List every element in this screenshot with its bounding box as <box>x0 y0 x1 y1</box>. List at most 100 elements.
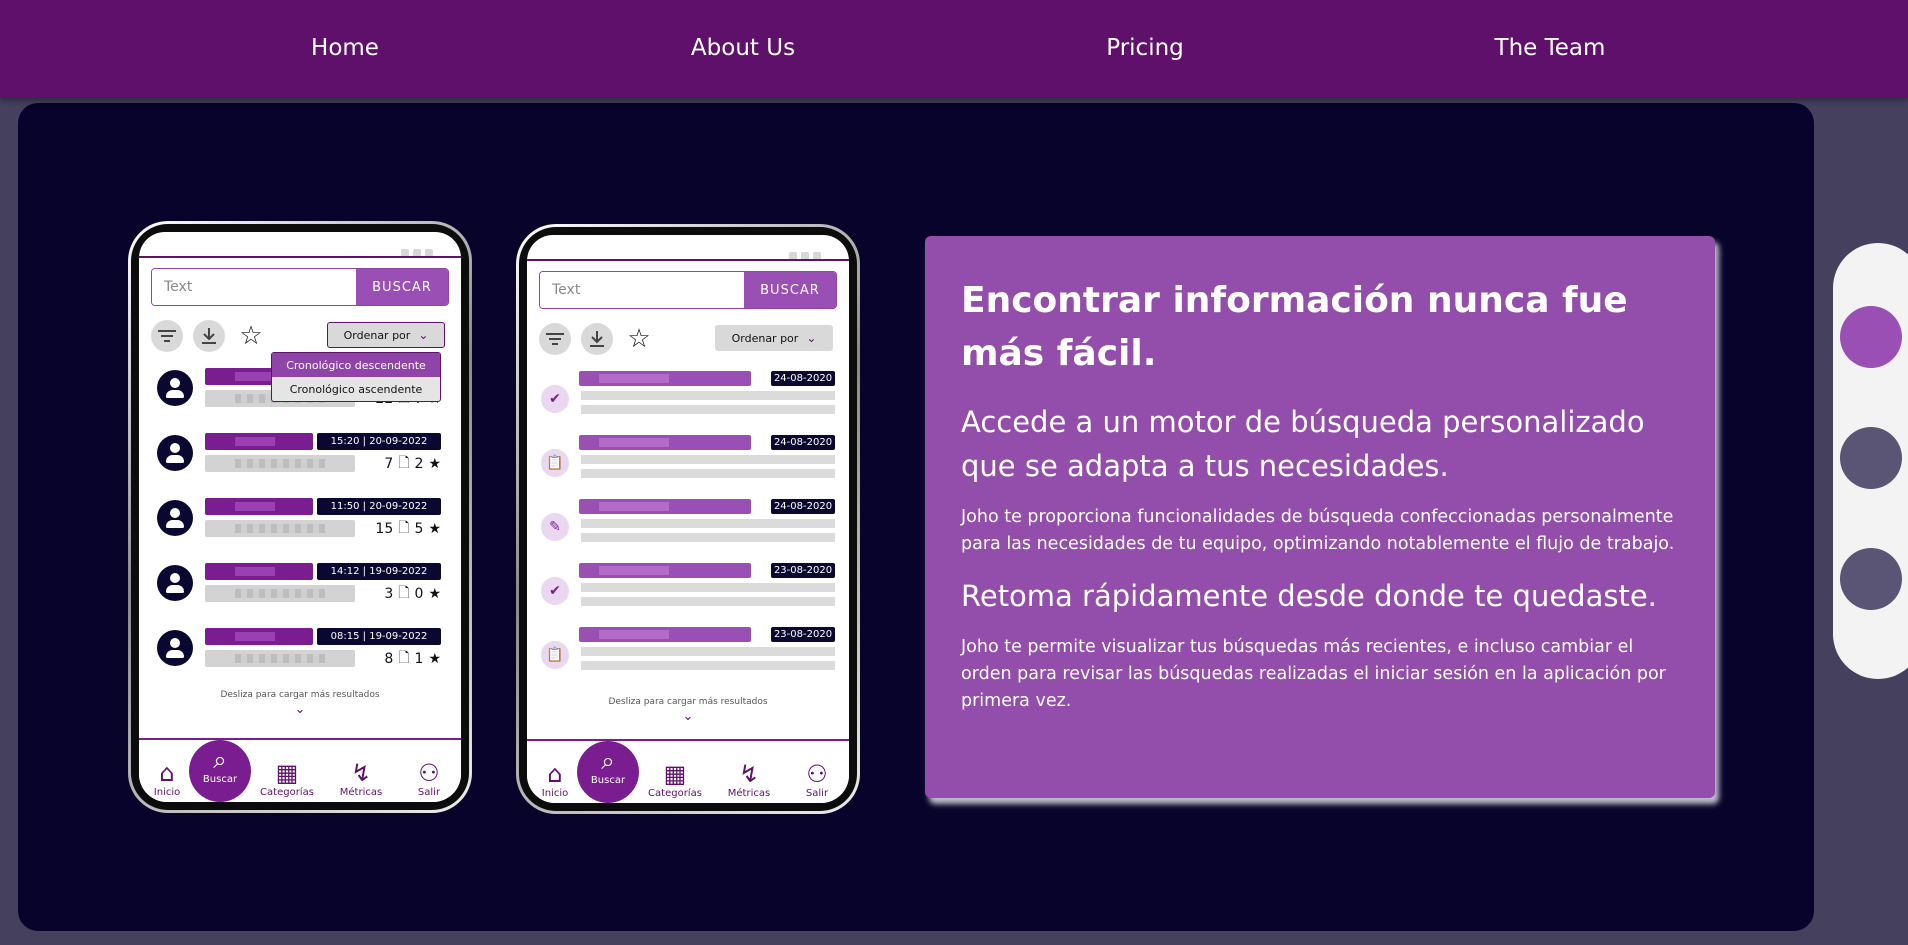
sort-option-descending[interactable]: Cronológico descendente <box>272 353 440 377</box>
star-icon: ★ <box>428 586 441 602</box>
user-remove-icon: ⚇ <box>806 760 828 788</box>
item-title-redacted <box>205 433 313 450</box>
search-button[interactable]: BUSCAR <box>356 269 448 305</box>
sort-label: Ordenar por <box>731 331 799 345</box>
app-bottom-nav: ⌂ Inicio ⌕ Buscar ▦ Categorías ↯ Métrica… <box>139 738 461 802</box>
item-title-redacted <box>579 371 751 386</box>
search-icon: ⌕ <box>601 747 615 775</box>
tab-label: Categorías <box>648 788 702 799</box>
tab-salir[interactable]: ⚇ Salir <box>789 760 845 799</box>
pager-dot-3[interactable] <box>1840 548 1902 610</box>
status-bar <box>785 245 829 260</box>
pager-dot-2[interactable] <box>1840 427 1902 489</box>
item-subtitle-redacted <box>205 520 355 537</box>
slide-pager <box>1833 243 1908 679</box>
home-icon: ⌂ <box>547 760 563 788</box>
download-icon[interactable] <box>193 320 225 352</box>
header-line <box>527 259 849 261</box>
list-item[interactable]: 15:20 | 20-09-2022 7 🗋 2 ★ <box>157 429 441 475</box>
doc-count: 8 <box>384 651 394 667</box>
tab-label: Buscar <box>590 775 626 786</box>
item-timestamp: 08:15 | 19-09-2022 <box>317 628 441 645</box>
filter-icon[interactable] <box>151 320 183 352</box>
chevron-down-icon[interactable]: ⌄ <box>139 702 461 717</box>
list-item[interactable]: 11:50 | 20-09-2022 15 🗋 5 ★ <box>157 494 441 540</box>
tab-metricas[interactable]: ↯ Métricas <box>721 760 777 799</box>
tag-check-icon: ✔ <box>541 577 569 605</box>
top-nav: Home About Us Pricing The Team <box>0 0 1908 98</box>
search-input[interactable] <box>152 269 356 305</box>
tab-categorias[interactable]: ▦ Categorías <box>647 760 703 799</box>
item-date: 24-08-2020 <box>771 371 835 386</box>
filter-icon[interactable] <box>539 323 571 355</box>
load-more-hint: Desliza para cargar más resultados <box>608 697 768 707</box>
item-title-redacted <box>579 563 751 578</box>
search-bar: BUSCAR <box>539 271 837 309</box>
tab-label: Métricas <box>339 787 383 798</box>
item-counts: 7 🗋 2 ★ <box>384 455 441 473</box>
tab-buscar[interactable]: ⌕ Buscar <box>189 740 251 802</box>
avatar <box>157 500 193 536</box>
clipboard-icon: 📋 <box>541 449 569 477</box>
feature-subtitle-search: Accede a un motor de búsqueda personaliz… <box>961 405 1645 483</box>
phone-mockup-categories: BUSCAR ☆ Ordenar por ⌄ ✔ 24-08-2020 <box>516 224 860 814</box>
search-button[interactable]: BUSCAR <box>744 272 836 308</box>
doc-count: 15 <box>375 521 394 537</box>
avatar <box>157 630 193 666</box>
item-timestamp: 15:20 | 20-09-2022 <box>317 433 441 450</box>
chevron-down-icon[interactable]: ⌄ <box>527 709 849 724</box>
star-count: 0 <box>414 586 424 602</box>
item-subtitle-redacted <box>205 455 355 472</box>
item-counts: 3 🗋 0 ★ <box>384 585 441 603</box>
tab-salir[interactable]: ⚇ Salir <box>401 759 457 798</box>
grid-icon: ▦ <box>275 759 299 787</box>
nav-about-us[interactable]: About Us <box>691 35 795 61</box>
list-item[interactable]: 📋 23-08-2020 <box>541 625 835 681</box>
sort-options-menu: Cronológico descendente Cronológico asce… <box>271 352 441 402</box>
tab-inicio[interactable]: ⌂ Inicio <box>139 759 195 798</box>
star-count: 1 <box>414 651 424 667</box>
avatar <box>157 565 193 601</box>
list-item[interactable]: 14:12 | 19-09-2022 3 🗋 0 ★ <box>157 559 441 605</box>
tab-label: Salir <box>417 787 441 798</box>
tab-buscar[interactable]: ⌕ Buscar <box>577 741 639 803</box>
list-item[interactable]: ✔ 24-08-2020 <box>541 369 835 425</box>
pager-dot-1[interactable] <box>1840 306 1902 368</box>
nav-pricing[interactable]: Pricing <box>1106 35 1184 61</box>
feature-subtitle-resume: Retoma rápidamente desde donde te quedas… <box>961 579 1657 613</box>
sort-dropdown[interactable]: Ordenar por ⌄ <box>715 325 833 351</box>
list-item[interactable]: 08:15 | 19-09-2022 8 🗋 1 ★ <box>157 624 441 670</box>
user-remove-icon: ⚇ <box>418 759 440 787</box>
tag-check-icon: ✔ <box>541 385 569 413</box>
tab-inicio[interactable]: ⌂ Inicio <box>527 760 583 799</box>
grid-icon: ▦ <box>663 760 687 788</box>
tab-label: Métricas <box>727 788 771 799</box>
favorite-star-icon[interactable]: ☆ <box>623 323 655 355</box>
download-icon[interactable] <box>581 323 613 355</box>
list-item[interactable]: ✎ 24-08-2020 <box>541 497 835 553</box>
tab-label: Buscar <box>202 774 238 785</box>
tab-categorias[interactable]: ▦ Categorías <box>259 759 315 798</box>
item-text-redacted <box>581 391 835 419</box>
header-line <box>139 256 461 258</box>
tab-label: Inicio <box>541 788 569 799</box>
toolbar: ☆ Ordenar por ⌄ <box>151 320 449 352</box>
list-item[interactable]: 📋 24-08-2020 <box>541 433 835 489</box>
item-subtitle-redacted <box>205 585 355 602</box>
item-title-redacted <box>579 627 751 642</box>
search-input[interactable] <box>540 272 744 308</box>
sort-option-ascending[interactable]: Cronológico ascendente <box>272 377 440 401</box>
item-timestamp: 11:50 | 20-09-2022 <box>317 498 441 515</box>
document-icon: 🗋 <box>398 650 410 666</box>
tab-label: Inicio <box>153 787 181 798</box>
favorite-star-icon[interactable]: ☆ <box>235 320 267 352</box>
avatar <box>157 435 193 471</box>
nav-the-team[interactable]: The Team <box>1495 35 1606 61</box>
nav-home[interactable]: Home <box>311 35 379 61</box>
sort-dropdown[interactable]: Ordenar por ⌄ <box>327 322 445 348</box>
load-more-hint: Desliza para cargar más resultados <box>220 690 380 700</box>
tab-metricas[interactable]: ↯ Métricas <box>333 759 389 798</box>
list-item[interactable]: ✔ 23-08-2020 <box>541 561 835 617</box>
avatar <box>157 370 193 406</box>
star-count: 2 <box>414 456 424 472</box>
